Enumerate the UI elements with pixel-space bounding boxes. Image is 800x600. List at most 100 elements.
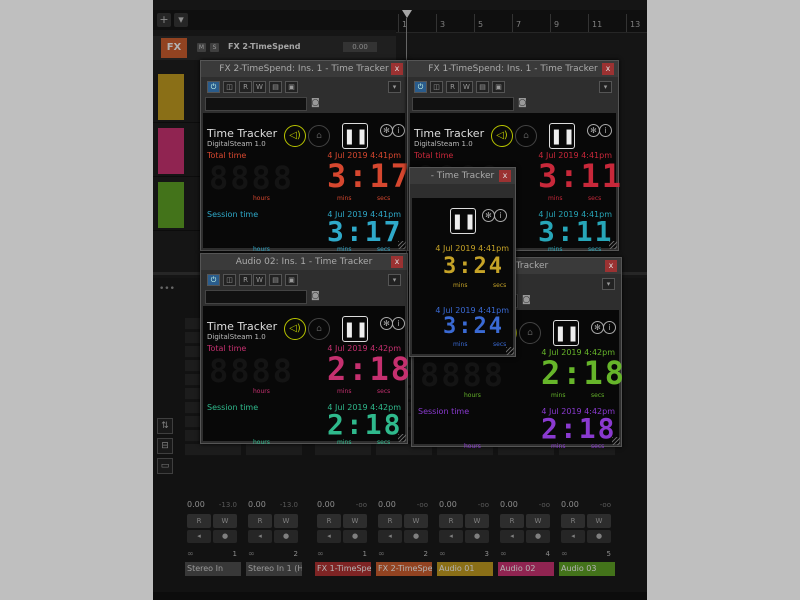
link-icon[interactable]: ∞ — [187, 549, 194, 558]
pause-button[interactable]: ❚❚ — [342, 123, 368, 149]
channel-volume[interactable]: 0.00 — [500, 500, 518, 509]
plugin-window[interactable]: FX 2-TimeSpend: Ins. 1 - Time Tracker x ⏻… — [200, 60, 410, 253]
record-button[interactable]: ● — [404, 530, 428, 543]
info-icon[interactable]: i — [392, 317, 405, 330]
read-automation-button[interactable]: R — [439, 514, 463, 528]
camera-icon[interactable]: ◙ — [522, 295, 531, 305]
power-icon[interactable]: ⏻ — [207, 274, 220, 286]
plugin-window[interactable]: - Time Tracker x ❚❚ ✻ i 4 Jul 2019 4:41pm… — [409, 167, 516, 357]
link-icon[interactable]: ∞ — [248, 549, 255, 558]
compare-icon[interactable]: ▤ — [269, 81, 282, 93]
channel-volume[interactable]: 0.00 — [187, 500, 205, 509]
add-track-button[interactable]: + — [157, 13, 171, 27]
preset-field[interactable] — [205, 97, 307, 111]
write-automation-button[interactable]: W — [343, 514, 367, 528]
window-title[interactable]: FX 1-TimeSpend: Ins. 1 - Time Tracker — [408, 61, 618, 77]
pause-button[interactable]: ❚❚ — [553, 320, 579, 346]
read-automation-button[interactable]: R — [378, 514, 402, 528]
channel-name[interactable]: Audio 02 — [498, 562, 554, 576]
close-icon[interactable]: x — [391, 63, 403, 75]
channel-name[interactable]: Stereo In — [185, 562, 241, 576]
channel-volume[interactable]: 0.00 — [378, 500, 396, 509]
record-button[interactable]: ● — [526, 530, 550, 543]
channel-volume[interactable]: 0.00 — [561, 500, 579, 509]
menu-dropdown-icon[interactable]: ▾ — [388, 81, 401, 93]
speaker-icon[interactable]: ◁) — [284, 125, 306, 147]
channel-pan[interactable]: -oo — [478, 501, 489, 509]
record-button[interactable]: ● — [213, 530, 237, 543]
camera-icon[interactable]: ◙ — [311, 291, 320, 301]
pause-button[interactable]: ❚❚ — [342, 316, 368, 342]
info-icon[interactable]: i — [392, 124, 405, 137]
link-icon[interactable]: ∞ — [561, 549, 568, 558]
close-icon[interactable]: x — [499, 170, 511, 182]
preset-icon[interactable]: ▣ — [285, 81, 298, 93]
resize-grip[interactable] — [612, 437, 620, 445]
monitor-button[interactable]: ◂ — [248, 530, 272, 543]
preset-icon[interactable]: ▣ — [285, 274, 298, 286]
bypass-icon[interactable]: ◫ — [223, 274, 236, 286]
bypass-icon[interactable]: ◫ — [430, 81, 443, 93]
read-icon[interactable]: R — [446, 81, 459, 93]
record-button[interactable]: ● — [343, 530, 367, 543]
channel-name[interactable]: FX 2-TimeSper — [376, 562, 432, 576]
plugin-window[interactable]: Audio 02: Ins. 1 - Time Tracker x ⏻ ◫ R W… — [200, 253, 410, 446]
channel-pan[interactable]: -13.0 — [219, 501, 237, 509]
mute-button[interactable]: M — [197, 43, 206, 52]
menu-dots-icon[interactable]: ••• — [159, 284, 175, 294]
write-icon[interactable]: W — [253, 274, 266, 286]
solo-button[interactable]: S — [210, 43, 219, 52]
read-automation-button[interactable]: R — [561, 514, 585, 528]
read-automation-button[interactable]: R — [187, 514, 211, 528]
power-icon[interactable]: ⏻ — [414, 81, 427, 93]
resize-grip[interactable] — [506, 347, 514, 355]
monitor-button[interactable]: ◂ — [317, 530, 341, 543]
monitor-button[interactable]: ◂ — [500, 530, 524, 543]
eq-icon[interactable]: ⇅ — [157, 418, 173, 434]
channel-volume[interactable]: 0.00 — [248, 500, 266, 509]
write-automation-button[interactable]: W — [587, 514, 611, 528]
write-automation-button[interactable]: W — [465, 514, 489, 528]
record-button[interactable]: ● — [465, 530, 489, 543]
compare-icon[interactable]: ▤ — [269, 274, 282, 286]
menu-dropdown-icon[interactable]: ▾ — [599, 81, 612, 93]
monitor-button[interactable]: ◂ — [561, 530, 585, 543]
channel-name[interactable]: Stereo In 1 (HD — [246, 562, 302, 576]
track-dropdown-button[interactable]: ▾ — [174, 13, 188, 27]
link-icon[interactable]: ∞ — [317, 549, 324, 558]
menu-dropdown-icon[interactable]: ▾ — [388, 274, 401, 286]
lock-icon[interactable]: ⌂ — [308, 125, 330, 147]
camera-icon[interactable]: ◙ — [311, 98, 320, 108]
display-icon[interactable]: ▭ — [157, 458, 173, 474]
speaker-icon[interactable]: ◁) — [491, 125, 513, 147]
info-icon[interactable]: i — [494, 209, 507, 222]
lock-icon[interactable]: ⌂ — [515, 125, 537, 147]
channel-pan[interactable]: -13.0 — [280, 501, 298, 509]
timeline-ruler[interactable]: 1 3 5 7 9 11 13 — [396, 14, 647, 33]
close-icon[interactable]: x — [605, 260, 617, 272]
pause-button[interactable]: ❚❚ — [450, 208, 476, 234]
lock-icon[interactable]: ⌂ — [519, 322, 541, 344]
link-icon[interactable]: ∞ — [439, 549, 446, 558]
read-automation-button[interactable]: R — [500, 514, 524, 528]
channel-pan[interactable]: -oo — [356, 501, 367, 509]
lock-icon[interactable]: ⌂ — [308, 318, 330, 340]
channel-name[interactable]: FX 1-TimeSper — [315, 562, 371, 576]
resize-grip[interactable] — [609, 241, 617, 249]
monitor-button[interactable]: ◂ — [187, 530, 211, 543]
channel-name[interactable]: Audio 01 — [437, 562, 493, 576]
write-icon[interactable]: W — [253, 81, 266, 93]
record-button[interactable]: ● — [587, 530, 611, 543]
read-icon[interactable]: R — [239, 274, 252, 286]
channel-pan[interactable]: -oo — [417, 501, 428, 509]
playhead-marker[interactable] — [402, 10, 412, 18]
write-automation-button[interactable]: W — [213, 514, 237, 528]
insert-slot[interactable] — [185, 444, 241, 456]
info-icon[interactable]: i — [603, 321, 616, 334]
resize-grip[interactable] — [398, 434, 406, 442]
compare-icon[interactable]: ▤ — [476, 81, 489, 93]
preset-field[interactable] — [412, 97, 514, 111]
read-icon[interactable]: R — [239, 81, 252, 93]
channel-pan[interactable]: -oo — [539, 501, 550, 509]
channel-name[interactable]: Audio 03 — [559, 562, 615, 576]
